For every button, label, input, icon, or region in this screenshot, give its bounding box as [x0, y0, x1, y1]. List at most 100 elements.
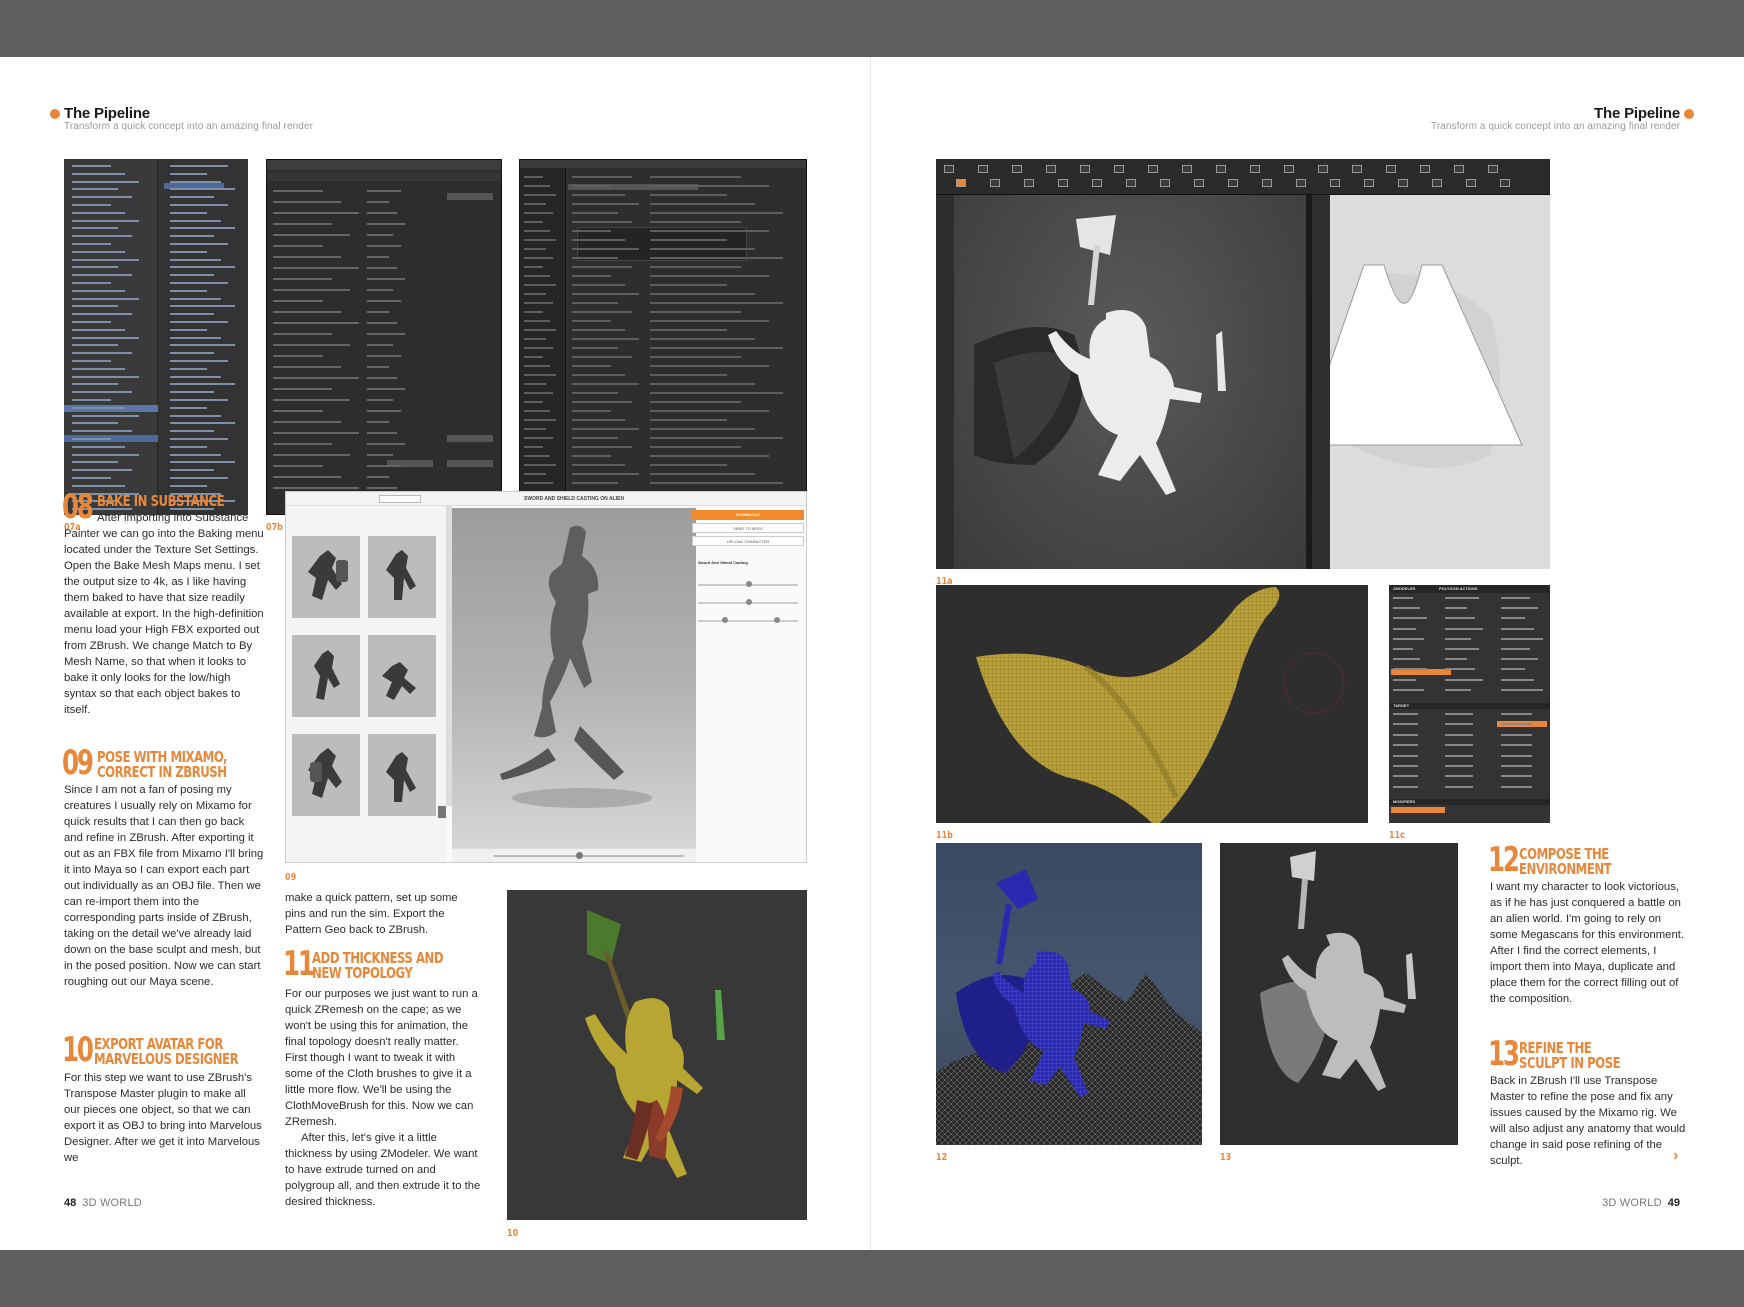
toolbar-tool-icon[interactable]	[1080, 165, 1090, 173]
toolbar-tool-icon[interactable]	[1216, 165, 1226, 173]
ui-row-stripe	[572, 293, 639, 295]
ui-row-stripe	[72, 313, 132, 316]
ui-row-stripe	[650, 203, 755, 205]
ui-row-stripe	[1501, 754, 1532, 757]
ui-row-stripe	[170, 406, 208, 409]
ui-row-stripe	[524, 374, 557, 376]
ui-row-stripe	[572, 185, 611, 187]
ui-row-stripe	[524, 419, 557, 421]
toolbar-tool-icon[interactable]	[1330, 179, 1340, 187]
ui-row-stripe	[1393, 688, 1424, 691]
step-13-body: Back in ZBrush I'll use Transpose Master…	[1490, 1075, 1686, 1167]
ui-row-stripe	[1393, 637, 1424, 640]
ui-row-stripe	[1393, 627, 1417, 630]
ui-row-stripe	[572, 419, 625, 421]
toolbar-tool-icon[interactable]	[1398, 179, 1408, 187]
ui-row-stripe	[273, 201, 341, 203]
toolbar-tool-icon[interactable]	[1194, 179, 1204, 187]
ui-row-stripe	[524, 410, 550, 412]
ui-row-stripe	[170, 219, 221, 222]
step-11-body: For our purposes we just want to run a q…	[285, 988, 481, 1208]
ui-row-stripe	[524, 437, 553, 439]
ui-row-stripe	[273, 443, 332, 445]
ui-row-stripe	[170, 227, 235, 230]
toolbar-tool-icon[interactable]	[1454, 165, 1464, 173]
toolbar-tool-icon[interactable]	[1386, 165, 1396, 173]
toolbar-tool-icon[interactable]	[944, 165, 954, 173]
step-09-body: Since I am not a fan of posing my creatu…	[64, 784, 264, 988]
toolbar-tool-icon[interactable]	[1420, 165, 1430, 173]
ui-row-stripe	[72, 438, 111, 440]
ui-row-stripe	[72, 367, 125, 370]
ui-row-stripe	[572, 383, 639, 385]
ui-row-stripe	[650, 194, 727, 196]
caption-11b: 11b	[936, 830, 953, 841]
ui-row-stripe	[572, 428, 639, 430]
toolbar-tool-icon[interactable]	[1228, 179, 1238, 187]
toolbar-tool-icon[interactable]	[1126, 179, 1136, 187]
toolbar-tool-icon[interactable]	[1012, 165, 1022, 173]
ui-row-stripe	[170, 422, 235, 425]
ui-row-stripe	[170, 204, 228, 206]
ui-row-stripe	[367, 300, 401, 302]
ui-row-stripe	[273, 399, 350, 401]
toolbar-tool-icon[interactable]	[1318, 165, 1328, 173]
ui-row-stripe	[572, 275, 611, 277]
ui-row-stripe	[524, 257, 553, 259]
toolbar-tool-icon[interactable]	[1058, 179, 1068, 187]
cape-pattern	[1301, 264, 1523, 468]
toolbar-tool-icon[interactable]	[1466, 179, 1476, 187]
ui-row-stripe	[650, 365, 769, 367]
toolbar-tool-icon[interactable]	[1046, 165, 1056, 173]
ui-row-stripe	[650, 176, 741, 178]
ui-row-stripe	[1501, 765, 1532, 767]
toolbar-tool-icon[interactable]	[1364, 179, 1374, 187]
ui-row-stripe	[1393, 597, 1413, 599]
polygon-actions-heading: POLYGON ACTIONS	[1439, 586, 1478, 591]
ui-row-stripe	[273, 333, 332, 335]
ui-row-stripe	[367, 311, 389, 313]
toolbar-tool-icon[interactable]	[1296, 179, 1306, 187]
toolbar-tool-icon[interactable]	[1250, 165, 1260, 173]
ui-row-stripe	[572, 482, 618, 484]
ui-row-stripe	[1445, 785, 1473, 788]
ui-row-stripe	[72, 266, 118, 269]
toolbar-tool-icon[interactable]	[956, 179, 966, 187]
toolbar-tool-icon[interactable]	[1352, 165, 1362, 173]
toolbar-tool-icon[interactable]	[1488, 165, 1498, 173]
header-title: The Pipeline	[64, 105, 150, 122]
ui-row-stripe	[572, 266, 632, 268]
toolbar-tool-icon[interactable]	[978, 165, 988, 173]
toolbar-tool-icon[interactable]	[1262, 179, 1272, 187]
ui-row-stripe	[572, 221, 632, 223]
toolbar-tool-icon[interactable]	[1114, 165, 1124, 173]
ui-row-stripe	[273, 223, 332, 225]
ui-row-stripe	[170, 445, 208, 448]
ui-row-stripe	[273, 355, 323, 357]
toolbar-tool-icon[interactable]	[1182, 165, 1192, 173]
ui-row-stripe	[1393, 723, 1419, 726]
ui-row-stripe	[367, 289, 393, 291]
toolbar-tool-icon[interactable]	[1432, 179, 1442, 187]
ui-row-stripe	[650, 464, 727, 466]
toolbar-tool-icon[interactable]	[1092, 179, 1102, 187]
ui-row-stripe	[170, 344, 235, 347]
toolbar-tool-icon[interactable]	[990, 179, 1000, 187]
toolbar-tool-icon[interactable]	[1148, 165, 1158, 173]
mixamo-send-button: SEND TO AERO	[692, 523, 804, 533]
image-07b-new-project-dialog	[266, 159, 502, 515]
ui-row-stripe	[1393, 678, 1417, 681]
character-sculpt-final	[1260, 851, 1416, 1091]
toolbar-tool-icon[interactable]	[1160, 179, 1170, 187]
ui-row-stripe	[650, 185, 769, 187]
ui-row-stripe	[273, 465, 323, 467]
ui-row-stripe	[170, 375, 221, 378]
ui-row-stripe	[650, 320, 769, 322]
toolbar-tool-icon[interactable]	[1024, 179, 1034, 187]
toolbar-tool-icon[interactable]	[1284, 165, 1294, 173]
ui-row-stripe	[1501, 713, 1532, 715]
ui-row-stripe	[524, 302, 553, 304]
toolbar-tool-icon[interactable]	[1500, 179, 1510, 187]
ui-row-stripe	[524, 194, 557, 196]
ui-row-stripe	[650, 248, 755, 250]
